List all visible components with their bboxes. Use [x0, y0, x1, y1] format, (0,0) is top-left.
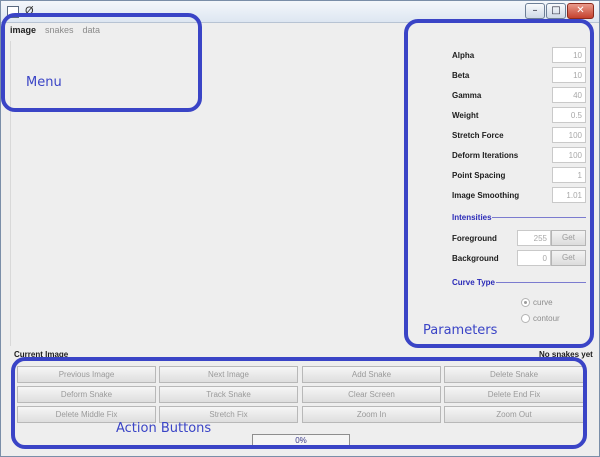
parameters-annotation-box: [404, 19, 594, 348]
parameters-annotation-label: Parameters: [423, 323, 498, 338]
close-button[interactable]: ✕: [567, 3, 594, 19]
minimize-button[interactable]: –: [525, 3, 545, 19]
action-buttons-annotation-box: [11, 357, 587, 449]
maximize-button[interactable]: □: [546, 3, 566, 19]
menu-annotation-box: [1, 13, 202, 112]
app-window: Ø – □ ✕ image snakes data Alpha 10 Beta …: [0, 0, 600, 457]
menu-annotation-label: Menu: [26, 75, 62, 90]
action-buttons-annotation-label: Action Buttons: [116, 421, 212, 436]
